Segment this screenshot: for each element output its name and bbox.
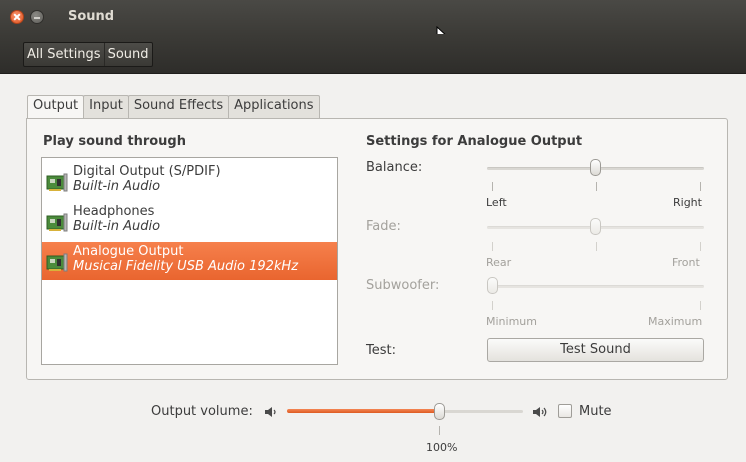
- fade-tick-right: [700, 242, 701, 251]
- subwoofer-label: Subwoofer:: [366, 278, 440, 293]
- breadcrumb-all-settings[interactable]: All Settings: [24, 43, 104, 66]
- tab-bar: Output Input Sound Effects Applications: [27, 95, 320, 119]
- fade-tick-center: [596, 242, 597, 251]
- settings-heading: Settings for Analogue Output: [366, 134, 583, 149]
- window-title: Sound: [68, 9, 115, 24]
- balance-left-label: Left: [486, 196, 507, 209]
- balance-tick-center: [596, 182, 597, 191]
- sound-card-icon: [46, 173, 68, 192]
- fade-rear-label: Rear: [486, 256, 512, 269]
- device-name: Headphones: [73, 204, 155, 219]
- device-name: Digital Output (S/PDIF): [73, 164, 221, 179]
- output-volume-tick-100: [439, 426, 440, 435]
- subwoofer-maximum-label: Maximum: [648, 315, 703, 328]
- mute-checkbox[interactable]: [558, 404, 572, 418]
- tab-sound-effects[interactable]: Sound Effects: [127, 95, 230, 118]
- fade-front-label: Front: [672, 256, 700, 269]
- breadcrumb-sound[interactable]: Sound: [103, 43, 152, 66]
- device-description: Musical Fidelity USB Audio 192kHz: [73, 259, 299, 274]
- device-analogue-output[interactable]: Analogue Output Musical Fidelity USB Aud…: [42, 242, 337, 280]
- device-headphones[interactable]: Headphones Built-in Audio: [42, 202, 337, 240]
- test-label: Test:: [366, 343, 396, 358]
- speaker-low-icon[interactable]: [264, 406, 280, 418]
- sound-card-icon: [46, 253, 68, 272]
- subwoofer-minimum-label: Minimum: [486, 315, 537, 328]
- output-volume-track[interactable]: [439, 410, 523, 413]
- balance-slider-handle[interactable]: [590, 159, 601, 176]
- device-list: Digital Output (S/PDIF) Built-in Audio H…: [41, 157, 338, 365]
- tab-output[interactable]: Output: [27, 95, 85, 119]
- close-window-icon[interactable]: [10, 10, 24, 24]
- test-sound-button[interactable]: Test Sound: [487, 338, 704, 362]
- output-volume-label: Output volume:: [151, 404, 253, 419]
- mute-label[interactable]: Mute: [579, 404, 612, 419]
- output-volume-fill[interactable]: [287, 409, 439, 413]
- minimize-window-icon[interactable]: [30, 10, 44, 24]
- balance-right-label: Right: [673, 196, 702, 209]
- play-sound-through-heading: Play sound through: [43, 134, 186, 149]
- tab-input[interactable]: Input: [83, 95, 129, 118]
- output-volume-handle[interactable]: [434, 403, 445, 420]
- breadcrumb: All Settings Sound: [23, 42, 153, 67]
- tab-applications[interactable]: Applications: [228, 95, 320, 118]
- fade-label: Fade:: [366, 219, 401, 234]
- balance-label: Balance:: [366, 160, 423, 175]
- subwoofer-tick-min: [492, 301, 493, 310]
- device-description: Built-in Audio: [73, 179, 161, 194]
- output-volume-tick-label: 100%: [426, 441, 458, 454]
- balance-tick-left: [492, 182, 493, 191]
- balance-tick-right: [700, 182, 701, 191]
- fade-tick-left: [492, 242, 493, 251]
- device-description: Built-in Audio: [73, 219, 161, 234]
- device-digital-output[interactable]: Digital Output (S/PDIF) Built-in Audio: [42, 162, 337, 200]
- subwoofer-tick-max: [700, 301, 701, 310]
- fade-slider-handle: [590, 218, 601, 235]
- toolbar: All Settings Sound: [0, 34, 746, 74]
- title-bar: Sound: [0, 0, 746, 46]
- speaker-high-icon[interactable]: [532, 406, 548, 418]
- subwoofer-slider-track: [487, 285, 704, 288]
- sound-card-icon: [46, 213, 68, 232]
- device-name: Analogue Output: [73, 244, 184, 259]
- subwoofer-slider-handle: [487, 277, 498, 294]
